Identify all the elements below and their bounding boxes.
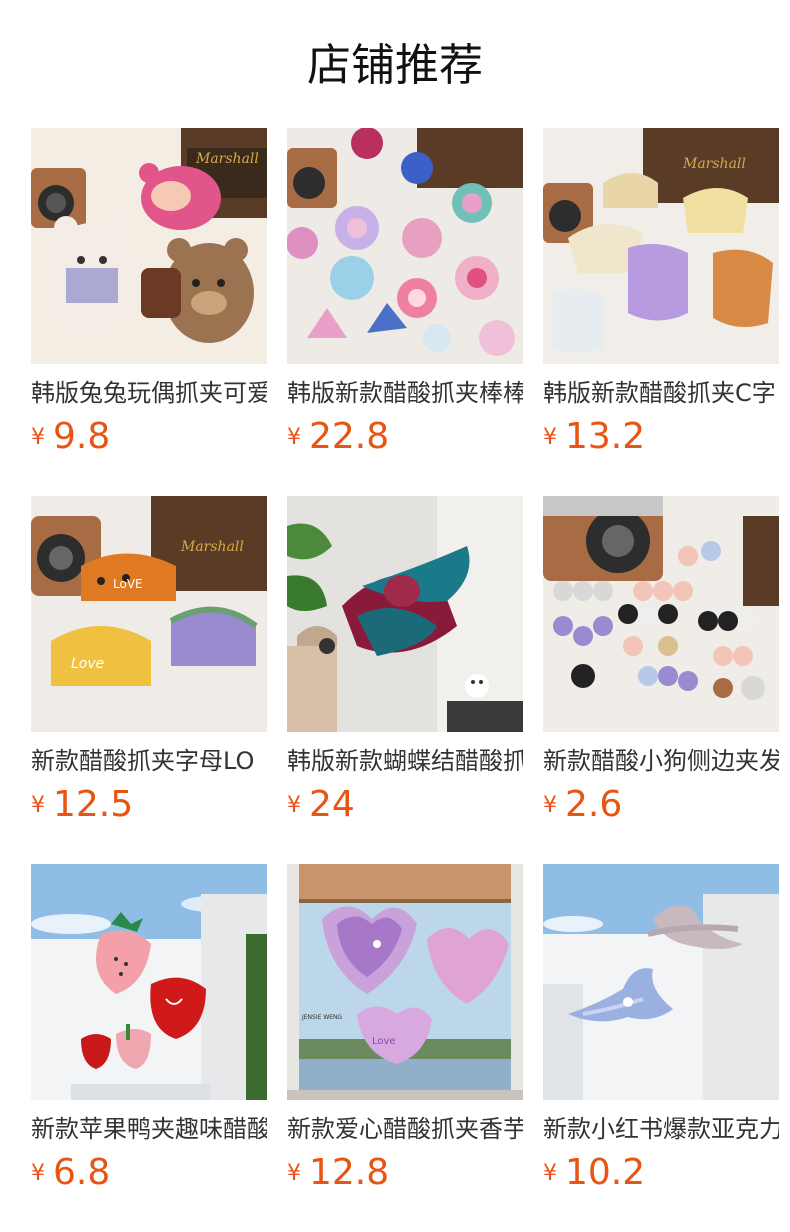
product-image[interactable] xyxy=(287,128,523,364)
svg-text:Marshall: Marshall xyxy=(682,156,746,172)
product-price: ¥12.8 xyxy=(287,1152,389,1196)
product-image[interactable] xyxy=(287,496,523,732)
page-title: 店铺推荐 xyxy=(307,40,483,91)
product-price: ¥12.5 xyxy=(31,784,133,828)
currency-symbol: ¥ xyxy=(543,793,557,818)
product-name[interactable]: 韩版新款醋酸抓夹棒棒 xyxy=(287,376,523,410)
price-value: 24 xyxy=(309,784,355,825)
product-price: ¥6.8 xyxy=(31,1152,110,1196)
product-name[interactable]: 新款醋酸小狗侧边夹发 xyxy=(543,744,779,778)
price-value: 10.2 xyxy=(565,1152,646,1193)
product-name[interactable]: 新款苹果鸭夹趣味醋酸 xyxy=(31,1112,267,1146)
product-name[interactable]: 新款爱心醋酸抓夹香芋 xyxy=(287,1112,523,1146)
svg-text:Love: Love xyxy=(71,656,104,672)
svg-text:Marshall: Marshall xyxy=(180,539,244,555)
product-image[interactable] xyxy=(31,864,267,1100)
price-value: 9.8 xyxy=(53,416,111,457)
svg-text:Love: Love xyxy=(372,1036,396,1047)
product-image[interactable]: Marshall xyxy=(31,128,267,364)
product-name[interactable]: 韩版新款蝴蝶结醋酸抓 xyxy=(287,744,523,778)
price-value: 12.5 xyxy=(53,784,134,825)
product-image[interactable] xyxy=(543,864,779,1100)
currency-symbol: ¥ xyxy=(31,793,45,818)
svg-text:Marshall: Marshall xyxy=(195,151,259,167)
product-price: ¥13.2 xyxy=(543,416,645,460)
product-price: ¥2.6 xyxy=(543,784,622,828)
product-image[interactable] xyxy=(543,496,779,732)
product-name[interactable]: 韩版新款醋酸抓夹C字 xyxy=(543,376,779,410)
currency-symbol: ¥ xyxy=(31,1161,45,1186)
svg-text:JENSIE WENG: JENSIE WENG xyxy=(301,1014,343,1021)
price-value: 13.2 xyxy=(565,416,646,457)
price-value: 12.8 xyxy=(309,1152,390,1193)
product-price: ¥24 xyxy=(287,784,355,828)
currency-symbol: ¥ xyxy=(287,425,301,450)
currency-symbol: ¥ xyxy=(543,1161,557,1186)
price-value: 2.6 xyxy=(565,784,623,825)
product-image[interactable]: Marshall xyxy=(543,128,779,364)
currency-symbol: ¥ xyxy=(287,1161,301,1186)
product-image[interactable]: Love JENSIE WENG xyxy=(287,864,523,1100)
product-price: ¥10.2 xyxy=(543,1152,645,1196)
currency-symbol: ¥ xyxy=(287,793,301,818)
svg-text:LoVE: LoVE xyxy=(113,577,143,591)
product-price: ¥9.8 xyxy=(31,416,110,460)
currency-symbol: ¥ xyxy=(31,425,45,450)
product-image[interactable]: Marshall LoVE Love xyxy=(31,496,267,732)
product-name[interactable]: 新款小红书爆款亚克力 xyxy=(543,1112,779,1146)
product-name[interactable]: 韩版兔兔玩偶抓夹可爱 xyxy=(31,376,267,410)
price-value: 22.8 xyxy=(309,416,390,457)
product-price: ¥22.8 xyxy=(287,416,389,460)
currency-symbol: ¥ xyxy=(543,425,557,450)
product-name[interactable]: 新款醋酸抓夹字母LO xyxy=(31,744,267,778)
price-value: 6.8 xyxy=(53,1152,111,1193)
